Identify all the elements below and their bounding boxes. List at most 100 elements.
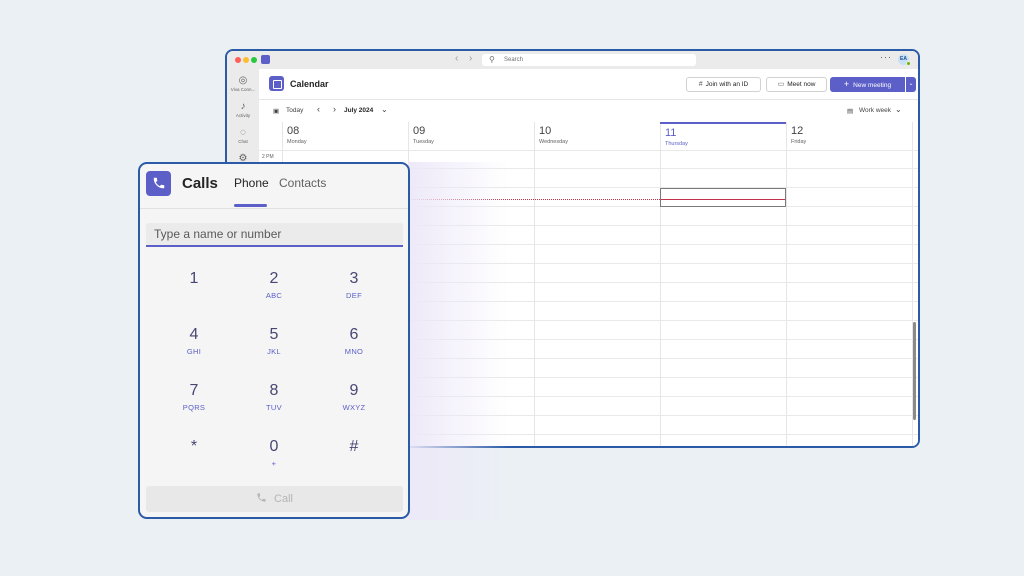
- key-letters: TUV: [266, 403, 282, 412]
- day-number: 10: [539, 125, 552, 137]
- key-digit: 0: [269, 438, 279, 455]
- dialpad-key-hash[interactable]: #: [324, 438, 384, 484]
- calendar-toolbar: ▣ Today ‹ › July 2024 ⌄ ▤ Work week ⌄: [259, 100, 918, 122]
- tab-contacts[interactable]: Contacts: [279, 176, 326, 190]
- dialpad-key-0[interactable]: 0 +: [244, 438, 304, 484]
- active-tab-indicator: [234, 204, 267, 207]
- key-digit: 3: [349, 270, 359, 287]
- day-name: Friday: [791, 139, 807, 145]
- dialpad-key-6[interactable]: 6 MNO: [324, 326, 384, 372]
- today-button[interactable]: Today: [286, 107, 303, 114]
- tab-phone[interactable]: Phone: [234, 176, 269, 190]
- chevron-down-icon[interactable]: ⌄: [895, 105, 902, 114]
- back-arrow-icon[interactable]: ‹: [455, 53, 458, 64]
- key-digit: #: [349, 438, 359, 455]
- key-digit: 9: [349, 382, 359, 399]
- chevron-down-icon: ⌄: [908, 81, 914, 87]
- time-label: 2 PM: [262, 154, 274, 160]
- search-box[interactable]: ⚲ Search: [482, 54, 696, 66]
- dialpad-key-2[interactable]: 2 ABC: [244, 270, 304, 316]
- day-header-tuesday[interactable]: 09 Tuesday: [408, 122, 534, 150]
- key-digit: 4: [189, 326, 199, 343]
- dialpad-key-4[interactable]: 4 GHI: [164, 326, 224, 372]
- day-name: Thursday: [665, 141, 688, 147]
- more-options-icon[interactable]: ···: [880, 52, 892, 62]
- calls-panel: Calls Phone Contacts 1 2 ABC 3 DEF 4 GHI 5 J…: [138, 162, 410, 519]
- viva-connections-icon: ◎: [238, 75, 248, 86]
- video-camera-icon: ▭: [777, 81, 785, 88]
- current-time-marker: [661, 199, 785, 200]
- search-placeholder: Search: [504, 57, 524, 63]
- key-letters: MNO: [344, 347, 364, 356]
- dialpad-key-9[interactable]: 9 WXYZ: [324, 382, 384, 428]
- search-icon: ⚲: [489, 55, 495, 64]
- close-window-button[interactable]: [235, 57, 241, 63]
- day-header-thursday[interactable]: 11 Thursday: [660, 122, 786, 150]
- call-button[interactable]: Call: [146, 486, 403, 512]
- forward-arrow-icon[interactable]: ›: [469, 53, 472, 64]
- plus-icon: +: [843, 79, 850, 89]
- new-meeting-label: New meeting: [853, 82, 892, 89]
- new-meeting-button[interactable]: + New meeting: [830, 77, 905, 92]
- dialpad-key-5[interactable]: 5 JKL: [244, 326, 304, 372]
- minimize-window-button[interactable]: [243, 57, 249, 63]
- new-meeting-dropdown-button[interactable]: ⌄: [906, 77, 916, 92]
- zoom-window-button[interactable]: [251, 57, 257, 63]
- day-name: Tuesday: [413, 139, 434, 145]
- meet-now-button[interactable]: ▭ Meet now: [766, 77, 827, 92]
- day-number: 12: [791, 125, 804, 137]
- key-letters: +: [271, 459, 277, 468]
- view-switcher[interactable]: Work week: [859, 107, 891, 114]
- day-number: 08: [287, 125, 300, 137]
- day-number: 09: [413, 125, 426, 137]
- rail-item-label: Activity: [235, 113, 251, 118]
- calls-header: Calls Phone Contacts: [140, 164, 408, 209]
- key-digit: *: [190, 438, 198, 455]
- key-digit: 6: [349, 326, 359, 343]
- rail-item-label: Chat: [238, 139, 248, 144]
- dialpad-key-8[interactable]: 8 TUV: [244, 382, 304, 428]
- backdrop-gradient: [408, 162, 508, 520]
- dialpad-key-7[interactable]: 7 PQRS: [164, 382, 224, 428]
- key-digit: 7: [189, 382, 199, 399]
- calendar-icon: [269, 76, 284, 91]
- rail-item-activity[interactable]: ♪ Activity: [227, 101, 259, 118]
- today-calendar-icon: ▣: [273, 108, 280, 115]
- join-with-id-button[interactable]: # Join with an ID: [686, 77, 761, 92]
- key-letters: DEF: [346, 291, 362, 300]
- rail-item-viva-connections[interactable]: ◎ Viva Conn...: [227, 75, 259, 92]
- teams-logo-icon: [261, 55, 270, 64]
- day-name: Wednesday: [539, 139, 568, 145]
- selected-time-slot[interactable]: [660, 188, 786, 207]
- bell-icon: ♪: [240, 101, 246, 112]
- key-letters: PQRS: [182, 403, 206, 412]
- day-header-friday[interactable]: 12 Friday: [786, 122, 912, 150]
- phone-icon: [146, 171, 171, 196]
- presence-status-icon: [906, 61, 911, 66]
- calls-title: Calls: [182, 175, 218, 192]
- call-label: Call: [274, 493, 293, 505]
- meet-now-label: Meet now: [787, 81, 816, 88]
- rail-item-chat[interactable]: ◌ Chat: [227, 127, 259, 144]
- page-title: Calendar: [290, 79, 329, 89]
- key-digit: 1: [189, 270, 199, 287]
- join-with-id-label: Join with an ID: [705, 81, 749, 88]
- chat-icon: ◌: [240, 127, 246, 138]
- day-header-monday[interactable]: 08 Monday: [282, 122, 408, 150]
- day-number: 11: [665, 127, 677, 139]
- hash-icon: #: [698, 81, 703, 88]
- month-picker[interactable]: July 2024: [344, 107, 373, 114]
- previous-week-button[interactable]: ‹: [317, 104, 320, 114]
- key-letters: GHI: [186, 347, 202, 356]
- chevron-down-icon[interactable]: ⌄: [381, 105, 388, 114]
- scrollbar[interactable]: [913, 322, 916, 420]
- next-week-button[interactable]: ›: [333, 104, 336, 114]
- title-bar: ‹ › ⚲ Search ··· EA: [227, 51, 918, 69]
- day-header-wednesday[interactable]: 10 Wednesday: [534, 122, 660, 150]
- rail-item-label: Viva Conn...: [230, 87, 256, 92]
- dialpad-key-3[interactable]: 3 DEF: [324, 270, 384, 316]
- work-week-icon: ▤: [847, 108, 854, 115]
- number-input[interactable]: [146, 223, 403, 247]
- dialpad-key-star[interactable]: *: [164, 438, 224, 484]
- dialpad-key-1[interactable]: 1: [164, 270, 224, 316]
